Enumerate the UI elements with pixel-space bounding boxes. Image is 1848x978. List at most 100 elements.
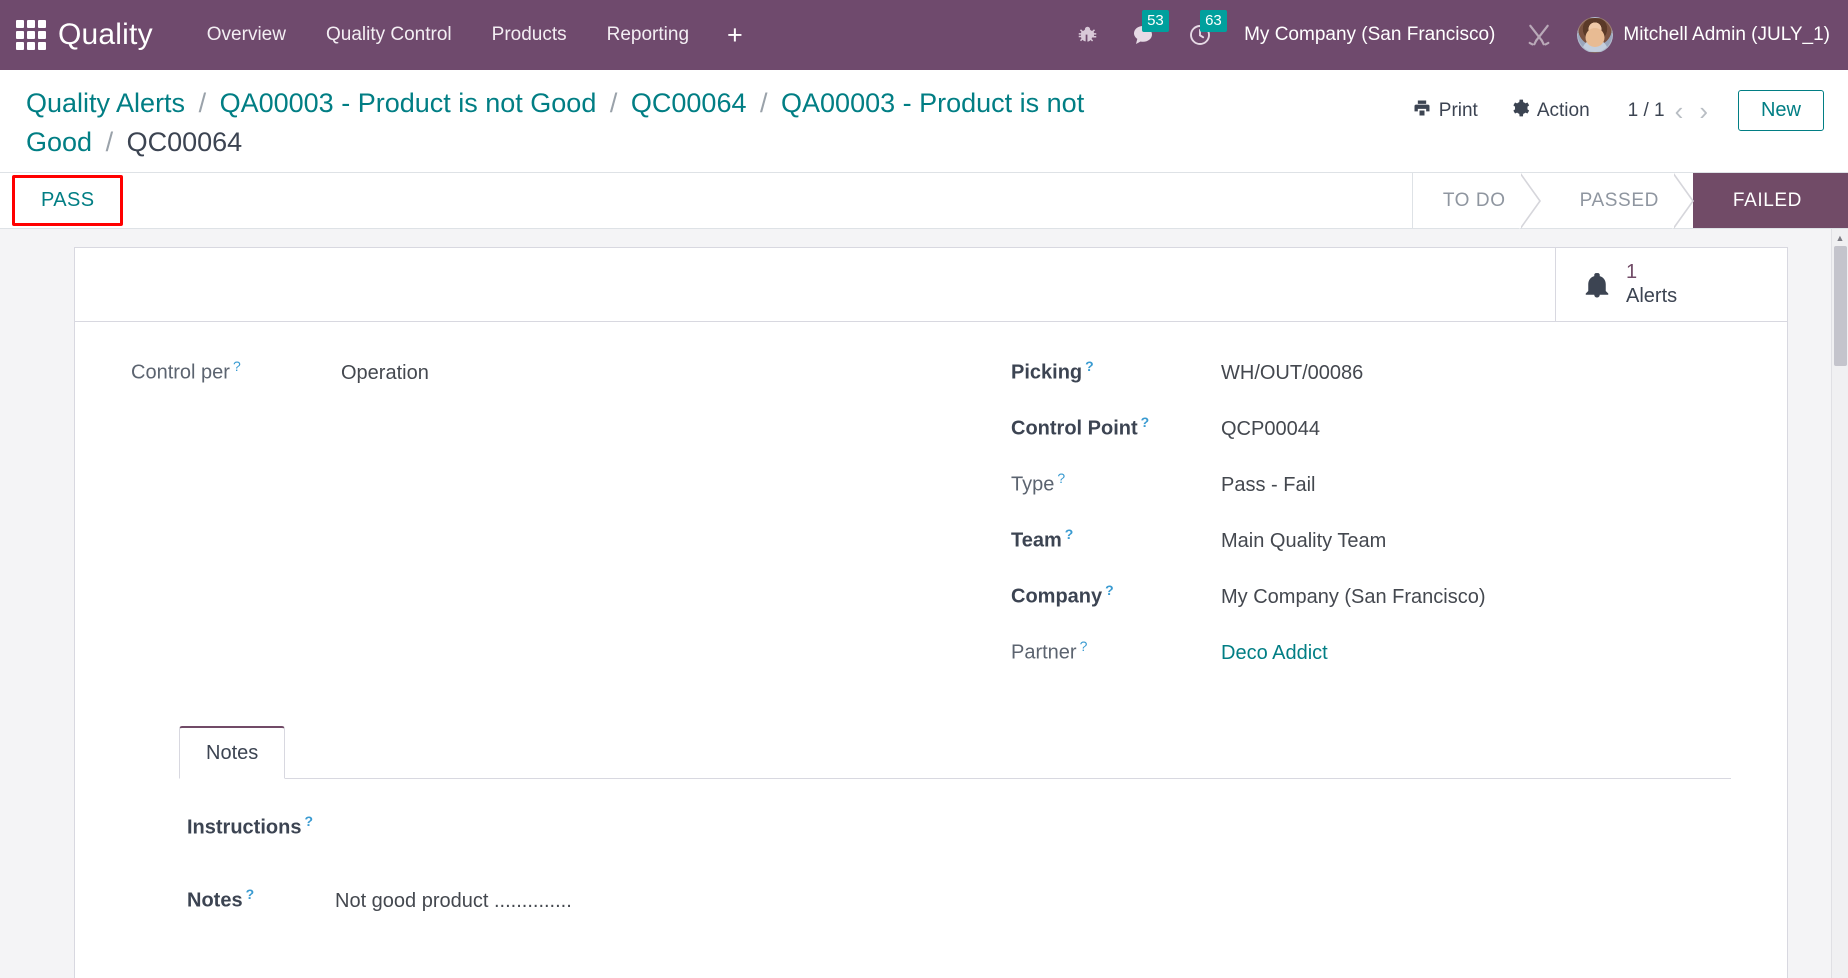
field-team: Team? Main Quality Team [1011, 526, 1721, 560]
alerts-stat-text: 1 Alerts [1626, 261, 1677, 308]
company-value[interactable]: My Company (San Francisco) [1221, 586, 1486, 609]
messages-icon[interactable]: 53 [1114, 10, 1172, 56]
field-control-per: Control per? Operation [131, 358, 921, 392]
gear-icon [1510, 98, 1530, 124]
activities-counter-badge: 63 [1200, 10, 1227, 32]
field-label: Notes? [187, 886, 335, 913]
menu-item-overview[interactable]: Overview [187, 16, 306, 54]
field-label: Team? [1011, 526, 1221, 553]
field-partner: Partner? Deco Addict [1011, 638, 1721, 672]
printer-icon [1412, 98, 1432, 124]
partner-label: Partner [1011, 641, 1077, 664]
control-point-label: Control Point [1011, 417, 1138, 440]
help-icon[interactable]: ? [1085, 358, 1094, 374]
control-point-value[interactable]: QCP00044 [1221, 418, 1320, 441]
stage-label: FAILED [1732, 189, 1802, 211]
partner-value[interactable]: Deco Addict [1221, 642, 1328, 665]
vertical-scrollbar[interactable]: ▲ [1831, 229, 1848, 978]
top-navbar: Quality Overview Quality Control Product… [0, 0, 1848, 70]
company-label: Company [1011, 585, 1103, 608]
clock-icon[interactable]: 63 [1172, 10, 1228, 56]
help-icon[interactable]: ? [1141, 414, 1150, 430]
field-label: Company? [1011, 582, 1221, 609]
scroll-up-arrow-icon[interactable]: ▲ [1832, 229, 1848, 247]
scrollbar-thumb[interactable] [1834, 246, 1847, 367]
statusbar-buttons: PASS [0, 173, 124, 228]
stage-passed[interactable]: PASSED [1539, 173, 1695, 230]
menu-item-products[interactable]: Products [472, 16, 587, 54]
action-button[interactable]: Action [1494, 92, 1606, 130]
company-switcher[interactable]: My Company (San Francisco) [1228, 24, 1509, 46]
field-label: Picking? [1011, 358, 1221, 385]
alerts-stat-button[interactable]: 1 Alerts [1555, 248, 1787, 322]
notes-value[interactable]: Not good product .............. [335, 890, 572, 913]
notebook-page-notes: Instructions? Notes? Not good product ..… [179, 779, 1731, 912]
stage-label: TO DO [1442, 189, 1506, 211]
pass-button[interactable]: PASS [12, 175, 124, 227]
breadcrumb-item-2[interactable]: QC00064 [631, 88, 747, 118]
breadcrumb: Quality Alerts / QA00003 - Product is no… [26, 82, 1086, 162]
messages-counter-badge: 53 [1142, 10, 1169, 32]
new-button[interactable]: New [1737, 90, 1824, 131]
help-icon[interactable]: ? [1057, 470, 1065, 486]
field-label: Instructions? [187, 813, 335, 840]
field-label: Control Point? [1011, 414, 1221, 441]
alerts-count: 1 [1626, 261, 1638, 284]
notes-label: Notes [187, 889, 243, 912]
type-value[interactable]: Pass - Fail [1221, 474, 1315, 497]
team-label: Team [1011, 529, 1062, 552]
pager-value: 1 / 1 [1627, 99, 1665, 121]
notebook: Notes Instructions? Notes? Not good prod… [131, 726, 1731, 912]
team-value[interactable]: Main Quality Team [1221, 530, 1386, 553]
breadcrumb-item-1[interactable]: QA00003 - Product is not Good [220, 88, 597, 118]
menu-item-quality-control[interactable]: Quality Control [306, 16, 472, 54]
help-icon[interactable]: ? [1105, 582, 1114, 598]
chevron-left-icon[interactable]: ‹ [1669, 98, 1690, 124]
help-icon[interactable]: ? [1065, 526, 1074, 542]
status-stages: TO DO PASSED FAILED [1411, 173, 1848, 230]
type-label: Type [1011, 473, 1055, 496]
field-label: Partner? [1011, 638, 1221, 665]
chevron-right-icon[interactable]: › [1693, 98, 1714, 124]
action-label: Action [1536, 99, 1590, 121]
user-menu[interactable]: Mitchell Admin (JULY_1) [1569, 17, 1830, 53]
tools-icon[interactable] [1509, 14, 1569, 56]
field-type: Type? Pass - Fail [1011, 470, 1721, 504]
control-per-value[interactable]: Operation [341, 362, 429, 385]
field-company: Company? My Company (San Francisco) [1011, 582, 1721, 616]
tab-notes[interactable]: Notes [179, 726, 286, 780]
help-icon[interactable]: ? [246, 886, 255, 902]
notebook-tabs: Notes [179, 726, 1731, 780]
picking-label: Picking [1011, 361, 1083, 384]
app-brand-quality[interactable]: Quality [58, 18, 153, 52]
field-notes: Notes? Not good product .............. [187, 886, 1723, 913]
alerts-label: Alerts [1626, 284, 1678, 307]
stage-label: PASSED [1579, 189, 1659, 211]
help-icon[interactable]: ? [1080, 638, 1088, 654]
breadcrumb-separator: / [105, 127, 114, 158]
breadcrumb-separator: / [760, 88, 768, 118]
instructions-label: Instructions [187, 816, 302, 839]
systray: 53 63 My Company (San Francisco) Mitchel… [1061, 10, 1830, 56]
print-button[interactable]: Print [1396, 92, 1494, 130]
form-sheet: 1 Alerts Control per? Operation Picking … [74, 247, 1788, 978]
pager: 1 / 1 ‹ › [1628, 98, 1714, 124]
print-label: Print [1438, 99, 1478, 121]
help-icon[interactable]: ? [304, 813, 313, 829]
form-column-left: Control per? Operation [131, 358, 931, 694]
add-menu-plus-icon[interactable]: + [709, 20, 761, 51]
field-instructions: Instructions? [187, 813, 1723, 840]
bug-icon[interactable] [1061, 14, 1114, 56]
stat-button-box: 1 Alerts [75, 248, 1787, 323]
field-picking: Picking? WH/OUT/00086 [1011, 358, 1721, 392]
apps-grid-icon[interactable] [14, 18, 48, 52]
stage-to-do[interactable]: TO DO [1412, 173, 1541, 230]
stage-failed[interactable]: FAILED [1692, 173, 1848, 229]
field-label: Type? [1011, 470, 1221, 497]
control-per-label: Control per [131, 361, 230, 384]
help-icon[interactable]: ? [233, 358, 241, 374]
breadcrumb-item-0[interactable]: Quality Alerts [26, 88, 185, 118]
picking-value[interactable]: WH/OUT/00086 [1221, 362, 1363, 385]
user-name-label: Mitchell Admin (JULY_1) [1623, 24, 1830, 45]
menu-item-reporting[interactable]: Reporting [587, 16, 709, 54]
